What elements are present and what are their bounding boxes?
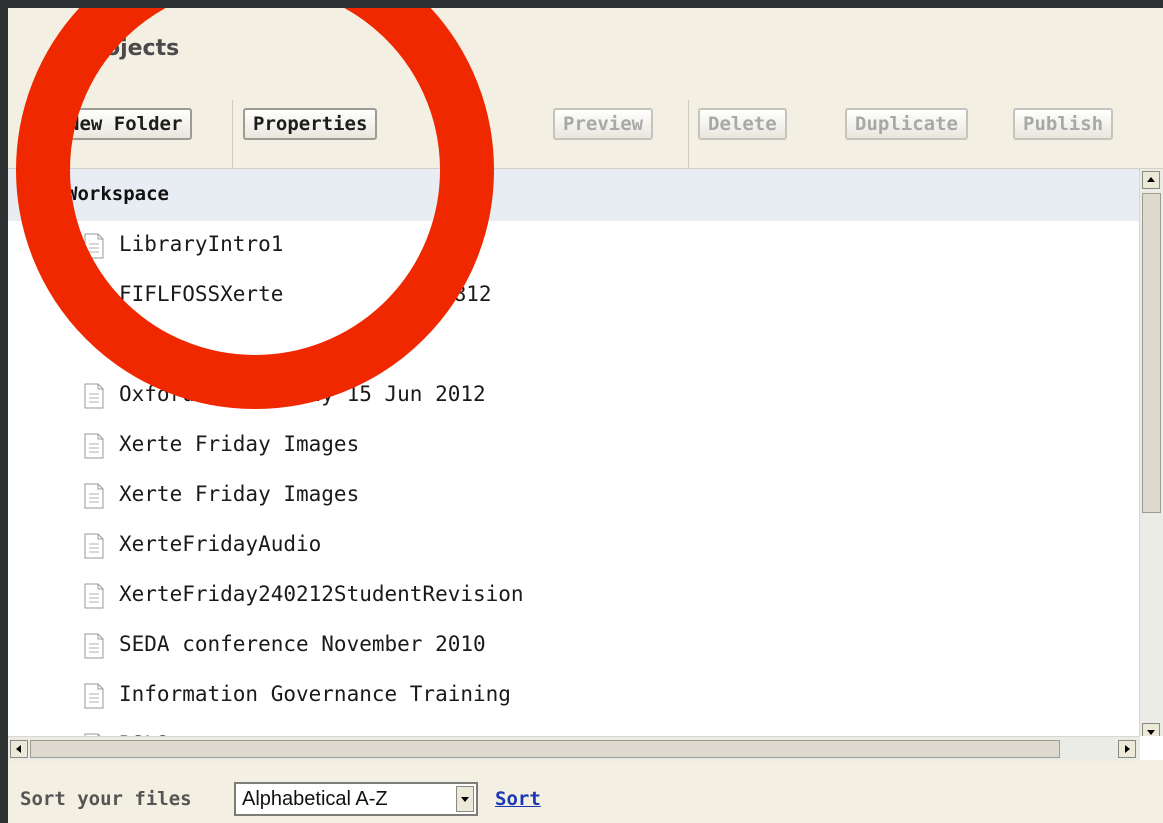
file-item[interactable]: Information Governance Training	[83, 671, 783, 721]
document-icon	[84, 283, 104, 309]
file-label: 0812	[441, 282, 492, 306]
file-label: XerteFriday240212StudentRevision	[119, 582, 524, 606]
document-icon	[84, 233, 104, 259]
page-title: y Projects	[56, 36, 180, 61]
file-label: Oxford University 15 Jun 2012	[119, 382, 486, 406]
toolbar: New Folder Properties Preview Delete Dup…	[8, 100, 1163, 170]
scroll-left-arrow-icon[interactable]	[10, 740, 28, 758]
scroll-right-arrow-icon[interactable]	[1118, 740, 1136, 758]
workspace-folder[interactable]: Workspace	[8, 169, 1140, 221]
sort-label: Sort your files	[20, 788, 192, 810]
document-icon	[84, 633, 104, 659]
file-label: Xerte Friday Images	[119, 482, 360, 506]
file-label: SEDA conference November 2010	[119, 632, 486, 656]
duplicate-button[interactable]: Duplicate	[845, 108, 968, 140]
folder-icon	[36, 114, 59, 131]
file-item[interactable]: Xerte Friday Images	[83, 471, 783, 521]
file-tree-panel: Workspace LibraryIntro1 FIFLFOSSXerte 08…	[8, 168, 1163, 747]
sort-select[interactable]: Alphabetical A-Z	[234, 782, 478, 816]
toolbar-divider	[232, 100, 233, 170]
file-item[interactable]: Xerte Friday Images	[83, 421, 783, 471]
file-label: Xerte Friday Images	[119, 432, 360, 456]
document-icon	[84, 583, 104, 609]
file-item[interactable]: Oxford University 15 Jun 2012	[83, 371, 783, 421]
file-item[interactable]: XerteFridayAudio	[83, 521, 783, 571]
file-label: LibraryIntro1	[119, 232, 284, 256]
vertical-scroll-thumb[interactable]	[1142, 193, 1161, 513]
preview-button[interactable]: Preview	[553, 108, 654, 140]
sort-link[interactable]: Sort	[495, 788, 541, 810]
dropdown-arrow-icon[interactable]	[456, 786, 474, 812]
document-icon	[84, 683, 104, 709]
vertical-scrollbar[interactable]	[1139, 169, 1163, 747]
scroll-up-arrow-icon[interactable]	[1142, 171, 1160, 189]
delete-button[interactable]: Delete	[698, 108, 787, 140]
file-label: Information Governance Training	[119, 682, 511, 706]
document-icon	[84, 433, 104, 459]
horizontal-scroll-thumb[interactable]	[30, 740, 1060, 758]
folder-icon	[29, 184, 55, 206]
publish-button[interactable]: Publish	[1013, 108, 1114, 140]
sort-selected-option: Alphabetical A-Z	[242, 788, 388, 810]
scrollbar-corner	[1140, 736, 1163, 760]
file-label: FIFLFOSSXerte	[119, 282, 284, 306]
document-icon	[84, 533, 104, 559]
file-item[interactable]: XerteFriday240212StudentRevision	[83, 571, 783, 621]
horizontal-scrollbar[interactable]	[8, 736, 1140, 761]
document-icon	[84, 483, 104, 509]
projects-window: y Projects New Folder Properties Preview…	[8, 8, 1163, 823]
file-label: XerteFridayAudio	[119, 532, 322, 556]
sort-bar: Sort your files Alphabetical A-Z Sort	[8, 766, 1163, 816]
document-icon	[84, 383, 104, 409]
file-item[interactable]: SEDA conference November 2010	[83, 621, 783, 671]
file-list: LibraryIntro1 FIFLFOSSXerte 0812 Oxford …	[8, 221, 1140, 747]
new-folder-label: New Folder	[68, 113, 183, 135]
properties-button[interactable]: Properties	[243, 108, 378, 140]
toolbar-divider	[688, 100, 689, 170]
workspace-label: Workspace	[66, 183, 169, 205]
file-item[interactable]: LibraryIntro1	[83, 221, 783, 271]
file-item[interactable]: FIFLFOSSXerte 0812	[83, 271, 783, 321]
new-folder-button[interactable]: New Folder	[26, 108, 193, 140]
